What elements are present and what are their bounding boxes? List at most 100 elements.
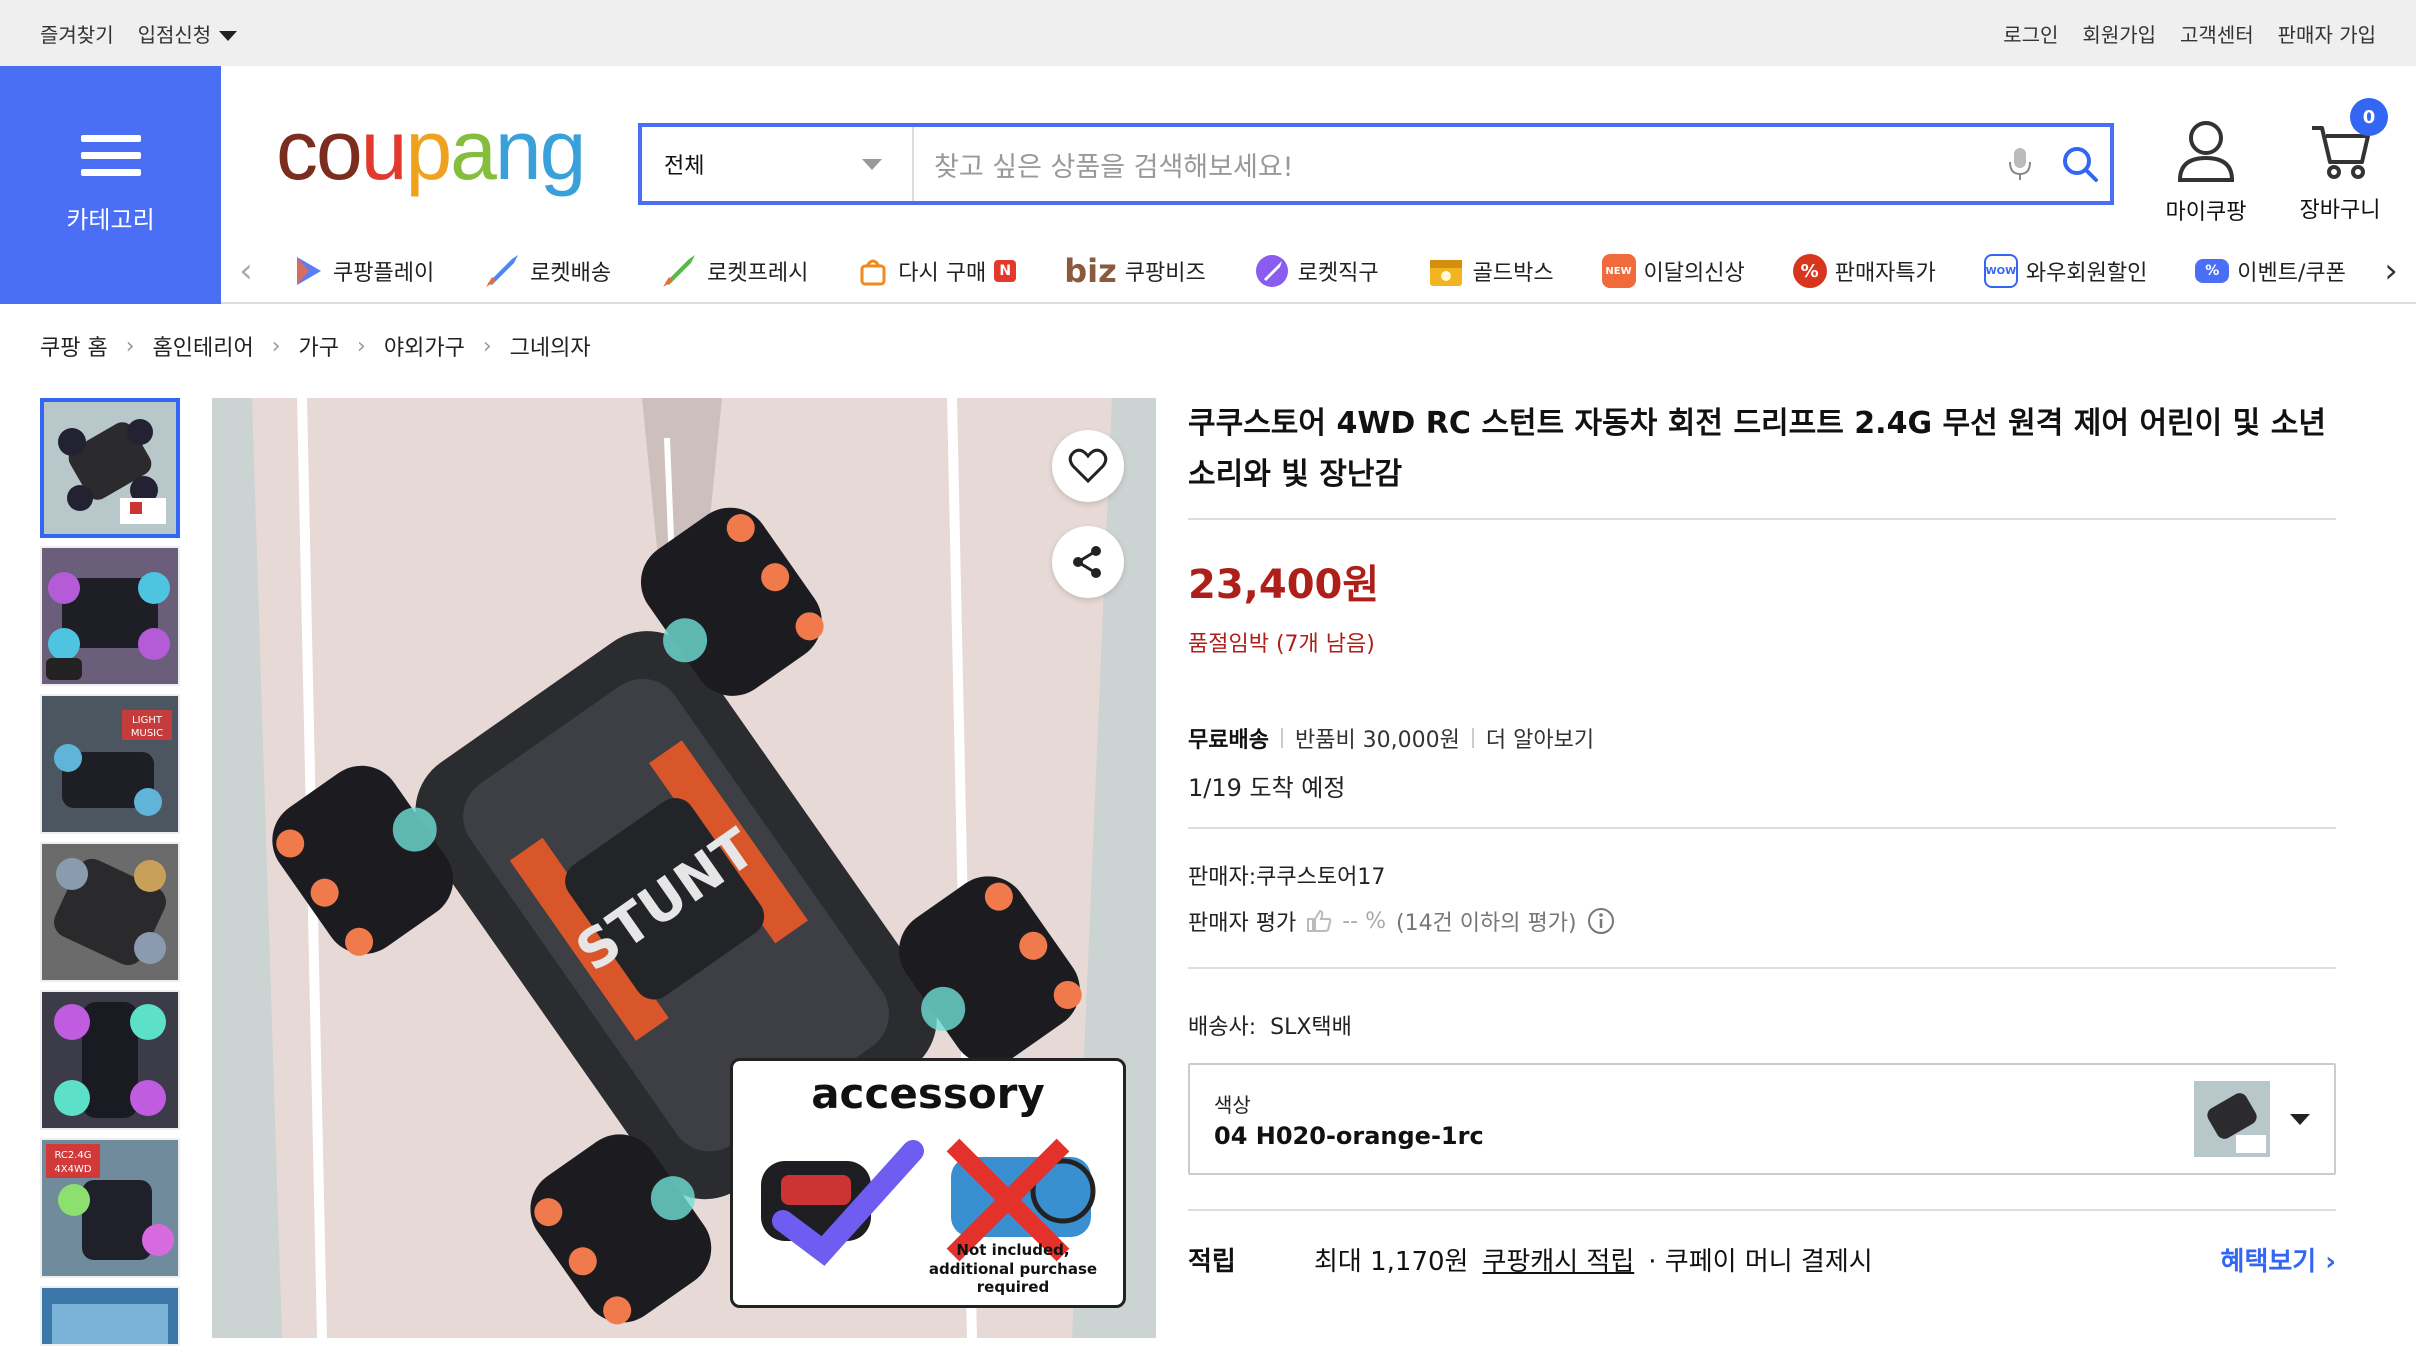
benefits-link[interactable]: 혜택보기 › xyxy=(2221,1241,2336,1278)
breadcrumb-item[interactable]: 가구 xyxy=(299,330,339,362)
dropdown-arrow-icon xyxy=(862,158,882,170)
category-menu-button[interactable]: 카테고리 xyxy=(0,66,221,304)
breadcrumb-item[interactable]: 야외가구 xyxy=(384,330,465,362)
breadcrumb-item[interactable]: 홈인테리어 xyxy=(153,330,254,362)
bookmark-link[interactable]: 즐겨찾기 xyxy=(40,19,114,48)
product-main-image[interactable]: STUNT accessory Not included, additional… xyxy=(212,398,1156,1338)
product-title: 쿠쿠스토어 4WD RC 스턴트 자동차 회전 드리프트 2.4G 무선 원격 … xyxy=(1188,406,2326,492)
coupang-cash-link[interactable]: 쿠팡캐시 적립 xyxy=(1482,1241,1634,1278)
thumbnail-6[interactable]: RC2.4G 4X4WD xyxy=(40,1138,180,1278)
thumbnail-4[interactable] xyxy=(40,842,180,982)
nav-item-rocket-global[interactable]: 로켓직구 xyxy=(1254,253,1379,289)
nav-prev-button[interactable]: ‹ xyxy=(221,251,271,291)
coupang-logo[interactable]: coupang xyxy=(276,108,586,192)
nav-item-rocket-delivery[interactable]: 로켓배송 xyxy=(482,253,611,289)
not-included-note: Not included, additional purchase requir… xyxy=(928,1240,1098,1297)
nav-item-new-arrivals[interactable]: NEW 이달의신상 xyxy=(1601,254,1745,288)
thumbnail-1[interactable] xyxy=(40,398,180,538)
learn-more-link[interactable]: 더 알아보기 xyxy=(1486,722,1594,754)
search-icon[interactable] xyxy=(2050,127,2110,201)
product-info: 쿠쿠스토어 4WD RC 스턴트 자동차 회전 드리프트 2.4G 무선 원격 … xyxy=(1188,398,2336,1278)
wow-icon: WOW xyxy=(1983,254,2018,288)
percent-icon: % xyxy=(1792,254,1827,288)
new-icon: NEW xyxy=(1601,254,1636,288)
nav-item-goldbox[interactable]: 골드박스 xyxy=(1427,252,1554,290)
free-shipping-label: 무료배송 xyxy=(1188,728,1269,753)
color-option-select[interactable]: 색상 04 H020-orange-1rc xyxy=(1188,1063,2336,1175)
breadcrumb-item[interactable]: 그네의자 xyxy=(510,330,591,362)
reward-label: 적립 xyxy=(1188,1247,1236,1277)
shipping-info: 무료배송 반품비 30,000원 더 알아보기 xyxy=(1188,722,2336,754)
svg-text:4X4WD: 4X4WD xyxy=(54,1164,91,1175)
info-icon[interactable] xyxy=(1587,907,1615,935)
new-badge-icon: N xyxy=(994,260,1017,282)
thumbs-up-icon xyxy=(1307,910,1332,932)
nav-item-coupang-play[interactable]: 쿠팡플레이 xyxy=(291,254,434,288)
customer-center-link[interactable]: 고객센터 xyxy=(2180,19,2254,48)
accessory-title: accessory xyxy=(811,1069,1045,1118)
seller-rating-label: 판매자 평가 xyxy=(1188,911,1297,936)
microphone-icon[interactable] xyxy=(1990,127,2050,201)
seller-apply-menu[interactable]: 입점신청 xyxy=(138,19,238,48)
login-link[interactable]: 로그인 xyxy=(2003,19,2058,48)
nav-item-events-coupons[interactable]: % 이벤트/쿠폰 xyxy=(2195,255,2346,287)
cart-button[interactable]: 0 장바구니 xyxy=(2290,98,2390,224)
coupon-icon: % xyxy=(2195,259,2230,283)
carrier-info: 배송사: SLX택배 xyxy=(1188,1015,1352,1040)
thumbnail-5[interactable] xyxy=(40,990,180,1130)
divider xyxy=(1280,728,1283,748)
seller-rating-note: (14건 이하의 평가) xyxy=(1395,911,1577,936)
share-button[interactable] xyxy=(1052,526,1124,598)
search-category-value: 전체 xyxy=(664,154,705,179)
rocket-global-icon xyxy=(1255,255,1288,287)
seller-signup-link[interactable]: 판매자 가입 xyxy=(2278,19,2376,48)
wishlist-button[interactable] xyxy=(1052,430,1124,502)
seller-name[interactable]: 판매자:쿠쿠스토어17 xyxy=(1188,859,2336,891)
nav-item-seller-deals[interactable]: % 판매자특가 xyxy=(1792,254,1936,288)
chevron-right-icon: › xyxy=(482,333,492,359)
my-coupang-label: 마이쿠팡 xyxy=(2165,200,2247,225)
goldbox-icon xyxy=(1429,260,1462,286)
breadcrumb-item[interactable]: 쿠팡 홈 xyxy=(40,330,108,362)
cart-count-badge: 0 xyxy=(2350,98,2388,136)
cart-label: 장바구니 xyxy=(2299,198,2381,223)
svg-text:LIGHT: LIGHT xyxy=(132,715,163,726)
share-icon xyxy=(1073,546,1101,578)
rebuy-icon xyxy=(860,259,886,286)
product-price: 23,400원 xyxy=(1188,562,1380,608)
option-label: 색상 xyxy=(1214,1092,1251,1117)
search-input[interactable]: 찾고 싶은 상품을 검색해보세요! xyxy=(914,145,1990,184)
thumbnail-3[interactable]: LIGHT MUSIC xyxy=(40,694,180,834)
top-utility-bar: 즐겨찾기 입점신청 로그인 회원가입 고객센터 판매자 가입 xyxy=(0,0,2416,66)
heart-icon xyxy=(1068,448,1108,484)
thumbnail-7[interactable] xyxy=(40,1286,180,1346)
divider xyxy=(1188,827,2336,829)
divider xyxy=(1188,967,2336,969)
accessory-inset: accessory Not included, additional purch… xyxy=(730,1058,1126,1308)
nav-item-wow-discount[interactable]: WOW 와우회원할인 xyxy=(1983,254,2147,288)
user-icon xyxy=(2177,121,2235,182)
stock-status: 품절임박 (7개 남음) xyxy=(1188,632,1375,657)
my-coupang-button[interactable]: 마이쿠팡 xyxy=(2156,118,2256,226)
thumbnail-2[interactable] xyxy=(40,546,180,686)
nav-next-button[interactable]: › xyxy=(2366,251,2416,291)
divider xyxy=(1471,728,1474,748)
divider xyxy=(1188,1209,2336,1211)
chevron-right-icon: › xyxy=(2325,1247,2336,1277)
seller-rating: 판매자 평가 -- % (14건 이하의 평가) xyxy=(1188,905,2336,937)
svg-text:MUSIC: MUSIC xyxy=(131,728,163,739)
reward-amount: 최대 1,170원 xyxy=(1314,1247,1469,1277)
category-label: 카테고리 xyxy=(66,206,155,234)
rocket-icon xyxy=(486,255,519,287)
nav-item-rebuy[interactable]: 다시 구매 N xyxy=(856,254,1017,288)
return-fee: 반품비 30,000원 xyxy=(1294,728,1460,753)
search-category-select[interactable]: 전체 xyxy=(642,127,914,201)
nav-item-rocket-fresh[interactable]: 로켓프레시 xyxy=(659,253,808,289)
chevron-right-icon: › xyxy=(357,333,366,359)
arrival-estimate: 1/19 도착 예정 xyxy=(1188,774,1346,802)
nav-item-coupang-biz[interactable]: biz 쿠팡비즈 xyxy=(1064,252,1205,290)
biz-icon: biz xyxy=(1064,252,1117,290)
hamburger-icon xyxy=(80,135,141,176)
category-nav: ‹ 쿠팡플레이 로켓배송 로켓프레시 다시 구매 N biz 쿠팡비즈 로켓직구 xyxy=(221,240,2416,304)
signup-link[interactable]: 회원가입 xyxy=(2082,19,2156,48)
